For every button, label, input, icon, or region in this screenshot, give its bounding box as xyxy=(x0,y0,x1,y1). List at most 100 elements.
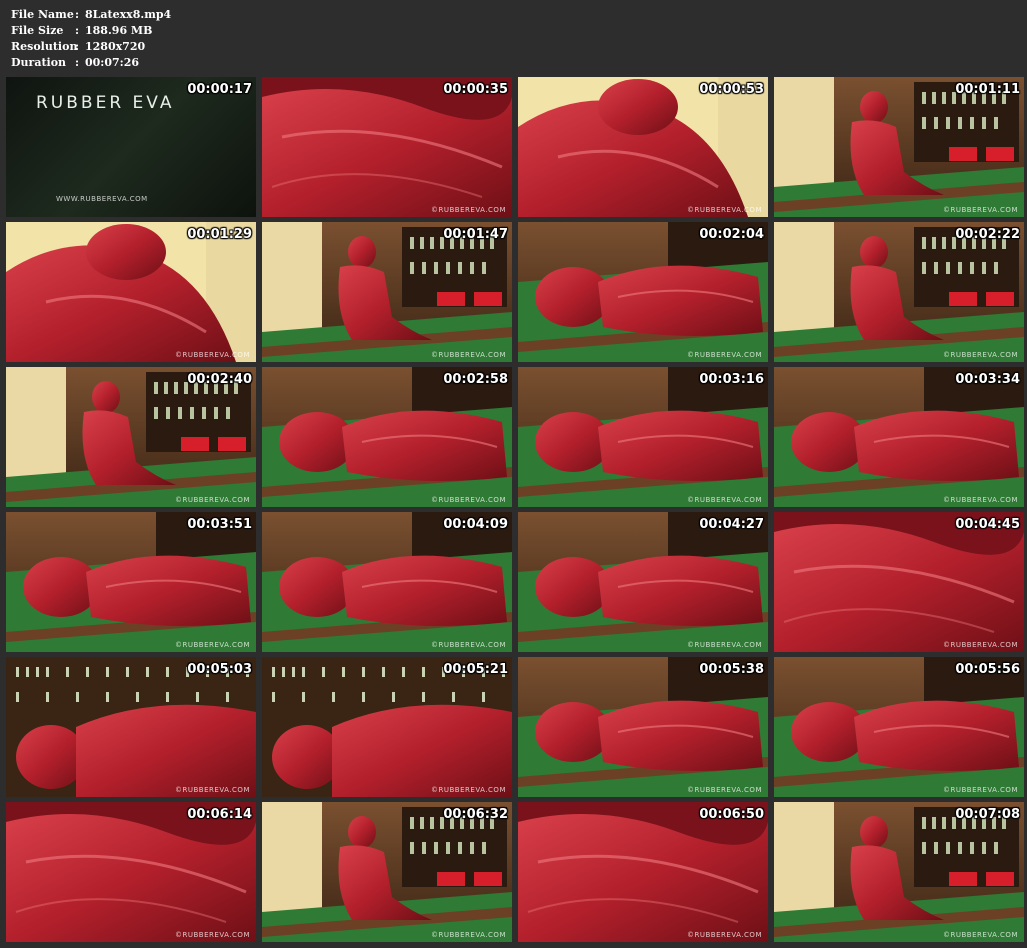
video-thumbnail[interactable]: ©RUBBEREVA.COM 00:04:45 xyxy=(774,512,1024,652)
thumbnail-scene xyxy=(6,657,256,797)
video-thumbnail[interactable]: ©RUBBEREVA.COM 00:06:50 xyxy=(518,802,768,942)
watermark: ©RUBBEREVA.COM xyxy=(431,641,506,649)
video-thumbnail[interactable]: ©RUBBEREVA.COM 00:05:03 xyxy=(6,657,256,797)
watermark: ©RUBBEREVA.COM xyxy=(687,786,762,794)
thumbnail-scene xyxy=(518,657,768,797)
thumbnail-timestamp: 00:07:08 xyxy=(955,807,1020,822)
thumbnail-scene xyxy=(6,367,256,507)
watermark: ©RUBBEREVA.COM xyxy=(687,351,762,359)
thumbnail-timestamp: 00:05:38 xyxy=(699,662,764,677)
thumbnail-timestamp: 00:00:17 xyxy=(187,82,252,97)
site-url: WWW.RUBBEREVA.COM xyxy=(56,195,148,203)
file-info-value: 188.96 MB xyxy=(85,24,153,37)
thumbnail-scene xyxy=(518,802,768,942)
video-thumbnail[interactable]: ©RUBBEREVA.COM 00:04:27 xyxy=(518,512,768,652)
thumbnail-scene xyxy=(6,222,256,362)
thumbnail-scene xyxy=(774,222,1024,362)
file-info-separator: : xyxy=(75,24,80,37)
thumbnail-timestamp: 00:02:04 xyxy=(699,227,764,242)
file-info-key: File Name xyxy=(11,8,74,21)
file-info-panel: File Name:8Latexx8.mp4 File Size:188.96 M… xyxy=(11,7,171,71)
video-thumbnail[interactable]: ©RUBBEREVA.COM 00:00:35 xyxy=(262,77,512,217)
thumbnail-timestamp: 00:01:11 xyxy=(955,82,1020,97)
thumbnail-timestamp: 00:01:29 xyxy=(187,227,252,242)
thumbnail-timestamp: 00:03:34 xyxy=(955,372,1020,387)
watermark: ©RUBBEREVA.COM xyxy=(687,931,762,939)
brand-logo-text: RUBBER EVA xyxy=(36,93,175,113)
file-info-row: Resolution:1280x720 xyxy=(11,39,171,55)
video-thumbnail[interactable]: ©RUBBEREVA.COM 00:02:22 xyxy=(774,222,1024,362)
watermark: ©RUBBEREVA.COM xyxy=(175,641,250,649)
watermark: ©RUBBEREVA.COM xyxy=(431,786,506,794)
file-info-value: 1280x720 xyxy=(85,40,146,53)
watermark: ©RUBBEREVA.COM xyxy=(943,641,1018,649)
thumbnail-scene xyxy=(6,802,256,942)
thumbnail-timestamp: 00:04:45 xyxy=(955,517,1020,532)
thumbnail-timestamp: 00:06:32 xyxy=(443,807,508,822)
thumbnail-timestamp: 00:02:58 xyxy=(443,372,508,387)
thumbnail-scene xyxy=(518,77,768,217)
file-info-row: File Size:188.96 MB xyxy=(11,23,171,39)
watermark: ©RUBBEREVA.COM xyxy=(943,931,1018,939)
video-thumbnail[interactable]: ©RUBBEREVA.COM 00:01:29 xyxy=(6,222,256,362)
video-thumbnail[interactable]: ©RUBBEREVA.COM 00:05:38 xyxy=(518,657,768,797)
thumbnail-scene xyxy=(518,367,768,507)
thumbnail-grid: RUBBER EVA WWW.RUBBEREVA.COM 00:00:17 ©RUBB… xyxy=(6,77,1024,942)
watermark: ©RUBBEREVA.COM xyxy=(431,351,506,359)
thumbnail-timestamp: 00:02:40 xyxy=(187,372,252,387)
video-thumbnail[interactable]: ©RUBBEREVA.COM 00:06:14 xyxy=(6,802,256,942)
file-info-separator: : xyxy=(75,8,80,21)
video-thumbnail[interactable]: RUBBER EVA WWW.RUBBEREVA.COM 00:00:17 xyxy=(6,77,256,217)
file-info-value: 8Latexx8.mp4 xyxy=(85,8,172,21)
video-thumbnail[interactable]: ©RUBBEREVA.COM 00:00:53 xyxy=(518,77,768,217)
thumbnail-scene xyxy=(262,657,512,797)
thumbnail-timestamp: 00:05:03 xyxy=(187,662,252,677)
file-info-value: 00:07:26 xyxy=(85,56,140,69)
thumbnail-timestamp: 00:03:51 xyxy=(187,517,252,532)
file-info-key: File Size xyxy=(11,24,64,37)
video-thumbnail[interactable]: ©RUBBEREVA.COM 00:02:04 xyxy=(518,222,768,362)
video-thumbnail[interactable]: ©RUBBEREVA.COM 00:01:47 xyxy=(262,222,512,362)
watermark: ©RUBBEREVA.COM xyxy=(175,351,250,359)
video-thumbnail[interactable]: ©RUBBEREVA.COM 00:03:16 xyxy=(518,367,768,507)
watermark: ©RUBBEREVA.COM xyxy=(943,786,1018,794)
video-thumbnail[interactable]: ©RUBBEREVA.COM 00:07:08 xyxy=(774,802,1024,942)
file-info-key: Resolution xyxy=(11,40,78,53)
file-info-row: Duration:00:07:26 xyxy=(11,55,171,71)
watermark: ©RUBBEREVA.COM xyxy=(431,496,506,504)
video-thumbnail[interactable]: ©RUBBEREVA.COM 00:02:58 xyxy=(262,367,512,507)
thumbnail-timestamp: 00:06:14 xyxy=(187,807,252,822)
video-thumbnail[interactable]: ©RUBBEREVA.COM 00:06:32 xyxy=(262,802,512,942)
file-info-separator: : xyxy=(75,40,80,53)
thumbnail-timestamp: 00:03:16 xyxy=(699,372,764,387)
watermark: ©RUBBEREVA.COM xyxy=(687,206,762,214)
thumbnail-scene xyxy=(262,222,512,362)
video-thumbnail[interactable]: ©RUBBEREVA.COM 00:03:51 xyxy=(6,512,256,652)
watermark: ©RUBBEREVA.COM xyxy=(175,496,250,504)
video-thumbnail[interactable]: ©RUBBEREVA.COM 00:04:09 xyxy=(262,512,512,652)
thumbnail-scene xyxy=(774,512,1024,652)
thumbnail-scene xyxy=(262,77,512,217)
watermark: ©RUBBEREVA.COM xyxy=(431,931,506,939)
thumbnail-timestamp: 00:05:21 xyxy=(443,662,508,677)
thumbnail-scene xyxy=(774,802,1024,942)
thumbnail-scene xyxy=(774,367,1024,507)
video-thumbnail[interactable]: ©RUBBEREVA.COM 00:01:11 xyxy=(774,77,1024,217)
video-thumbnail[interactable]: ©RUBBEREVA.COM 00:02:40 xyxy=(6,367,256,507)
watermark: ©RUBBEREVA.COM xyxy=(175,786,250,794)
file-info-row: File Name:8Latexx8.mp4 xyxy=(11,7,171,23)
thumbnail-timestamp: 00:05:56 xyxy=(955,662,1020,677)
thumbnail-scene xyxy=(262,512,512,652)
watermark: ©RUBBEREVA.COM xyxy=(687,496,762,504)
thumbnail-scene xyxy=(518,222,768,362)
thumbnail-scene xyxy=(774,657,1024,797)
video-thumbnail[interactable]: ©RUBBEREVA.COM 00:05:21 xyxy=(262,657,512,797)
watermark: ©RUBBEREVA.COM xyxy=(431,206,506,214)
watermark: ©RUBBEREVA.COM xyxy=(943,496,1018,504)
thumbnail-timestamp: 00:04:09 xyxy=(443,517,508,532)
thumbnail-timestamp: 00:01:47 xyxy=(443,227,508,242)
thumbnail-scene xyxy=(6,512,256,652)
video-thumbnail[interactable]: ©RUBBEREVA.COM 00:03:34 xyxy=(774,367,1024,507)
thumbnail-scene xyxy=(262,367,512,507)
video-thumbnail[interactable]: ©RUBBEREVA.COM 00:05:56 xyxy=(774,657,1024,797)
